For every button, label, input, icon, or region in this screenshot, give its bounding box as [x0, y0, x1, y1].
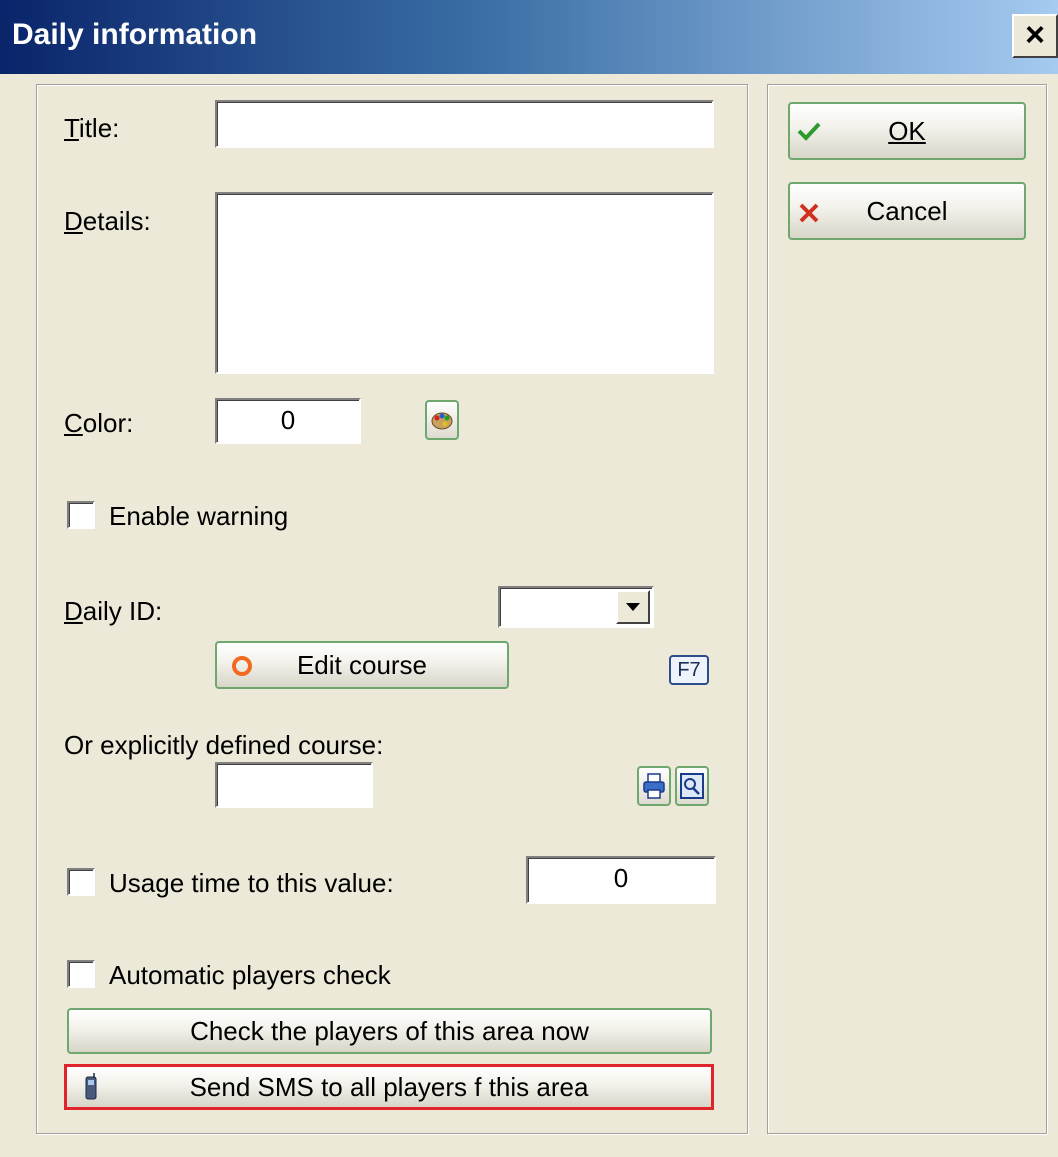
edit-course-icon: [232, 656, 252, 676]
check-players-now-label: Check the players of this area now: [190, 1016, 589, 1046]
cancel-label: Cancel: [866, 196, 948, 226]
color-picker-button[interactable]: [425, 400, 459, 440]
send-sms-label: Send SMS to all players f this area: [189, 1072, 589, 1102]
close-button[interactable]: ×: [1012, 14, 1058, 58]
daily-id-select[interactable]: [498, 586, 654, 628]
search-button[interactable]: [675, 766, 709, 806]
cancel-button[interactable]: Cancel: [788, 182, 1026, 240]
ok-button[interactable]: OK: [788, 102, 1026, 160]
details-textarea[interactable]: [215, 192, 714, 374]
close-icon: ×: [1025, 16, 1045, 54]
check-players-now-button[interactable]: Check the players of this area now: [67, 1008, 712, 1054]
enable-warning-checkbox[interactable]: [67, 501, 95, 529]
checkmark-icon: [797, 122, 821, 141]
edit-course-button[interactable]: Edit course F7: [215, 641, 709, 689]
x-icon: [799, 203, 819, 223]
auto-check-label: Automatic players check: [109, 960, 391, 990]
title-input[interactable]: [215, 100, 714, 148]
daily-id-dropdown-button[interactable]: [616, 590, 650, 624]
title-label-text: itle:: [78, 113, 120, 143]
explicit-course-input[interactable]: [215, 762, 373, 808]
color-palette-icon: [431, 412, 453, 430]
auto-check-checkbox[interactable]: [67, 960, 95, 988]
ok-label: OK: [888, 116, 926, 146]
color-input[interactable]: 0: [215, 398, 361, 444]
window-title: Daily information: [12, 18, 258, 51]
search-icon: [680, 773, 704, 799]
usage-time-label: Usage time to this value:: [109, 868, 394, 898]
edit-course-label: Edit course: [296, 650, 428, 680]
print-button[interactable]: [637, 766, 671, 806]
title-label: Title:: [64, 113, 120, 143]
usage-time-input[interactable]: 0: [526, 856, 716, 904]
print-icon: [643, 773, 665, 799]
edit-course-shortcut: F7: [669, 655, 709, 685]
daily-id-label: Daily ID:: [64, 596, 163, 626]
color-label: Color:: [64, 408, 134, 438]
explicit-course-label: Or explicitly defined course:: [64, 730, 384, 760]
actions-panel: [767, 84, 1047, 1134]
details-label: Details:: [64, 206, 151, 236]
send-sms-button[interactable]: Send SMS to all players f this area: [64, 1064, 714, 1110]
usage-time-checkbox[interactable]: [67, 868, 95, 896]
enable-warning-label: Enable warning: [109, 501, 289, 531]
phone-icon: [85, 1073, 97, 1100]
dropdown-arrow-icon: [626, 603, 640, 611]
title-bar: Daily information ×: [0, 0, 1058, 74]
